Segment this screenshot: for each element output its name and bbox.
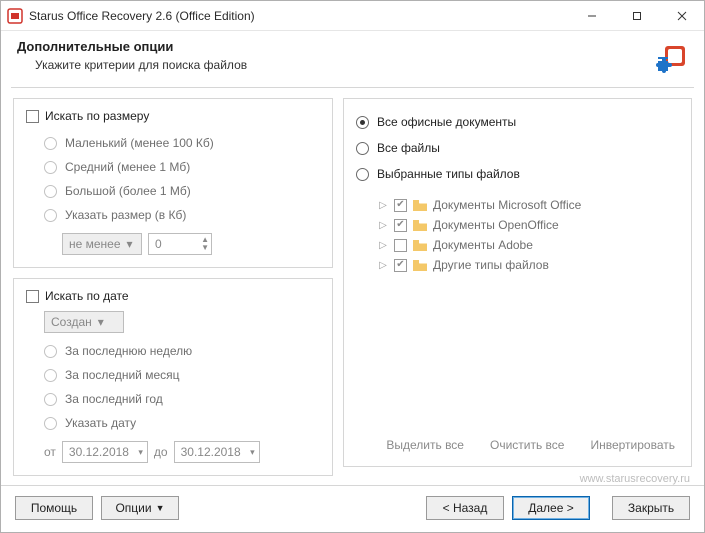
- close-wizard-button[interactable]: Закрыть: [612, 496, 690, 520]
- folder-icon: [413, 260, 427, 271]
- titlebar: Starus Office Recovery 2.6 (Office Editi…: [1, 1, 704, 31]
- date-from-label: от: [44, 445, 56, 459]
- date-from-field[interactable]: 30.12.2018 ▾: [62, 441, 148, 463]
- date-week-label: За последнюю неделю: [65, 344, 192, 358]
- size-large-label: Большой (более 1 Мб): [65, 184, 191, 198]
- date-kind-value: Создан: [51, 315, 92, 329]
- tree-item[interactable]: ▷ ✔ Документы OpenOffice: [378, 215, 679, 235]
- tree-checkbox[interactable]: [394, 239, 407, 252]
- selection-links: Выделить все Очистить все Инвертировать: [356, 432, 679, 454]
- size-medium-label: Средний (менее 1 Мб): [65, 160, 190, 174]
- all-office-radio[interactable]: [356, 116, 369, 129]
- tree-item-label: Документы Microsoft Office: [433, 198, 581, 212]
- date-to-value: 30.12.2018: [181, 445, 241, 459]
- all-office-label: Все офисные документы: [377, 115, 516, 129]
- date-to-label: до: [154, 445, 168, 459]
- size-custom-label: Указать размер (в Кб): [65, 208, 186, 222]
- tree-item[interactable]: ▷ ✔ Другие типы файлов: [378, 255, 679, 275]
- chevron-down-icon: ▾: [250, 447, 255, 458]
- options-button[interactable]: Опции▼: [101, 496, 179, 520]
- tree-checkbox[interactable]: ✔: [394, 259, 407, 272]
- tree-checkbox[interactable]: ✔: [394, 219, 407, 232]
- date-from-value: 30.12.2018: [69, 445, 129, 459]
- app-window: Starus Office Recovery 2.6 (Office Editi…: [0, 0, 705, 533]
- help-button[interactable]: Помощь: [15, 496, 93, 520]
- size-value: 0: [155, 237, 162, 251]
- expand-icon[interactable]: ▷: [378, 260, 388, 271]
- clear-all-link[interactable]: Очистить все: [490, 438, 564, 452]
- tree-checkbox[interactable]: ✔: [394, 199, 407, 212]
- date-month-label: За последний месяц: [65, 368, 180, 382]
- folder-icon: [413, 240, 427, 251]
- tree-item[interactable]: ▷ Документы Adobe: [378, 235, 679, 255]
- maximize-button[interactable]: [614, 1, 659, 30]
- size-mode-value: не менее: [69, 237, 121, 251]
- body: Искать по размеру Маленький (менее 100 К…: [1, 88, 704, 471]
- search-by-date-checkbox[interactable]: [26, 290, 39, 303]
- chevron-down-icon: ▾: [138, 447, 143, 458]
- close-button[interactable]: [659, 1, 704, 30]
- size-custom-radio[interactable]: [44, 209, 57, 222]
- selected-types-radio[interactable]: [356, 168, 369, 181]
- types-panel: Все офисные документы Все файлы Выбранны…: [343, 98, 692, 467]
- tree-item-label: Другие типы файлов: [433, 258, 549, 272]
- spinner-down-icon[interactable]: ▼: [201, 244, 209, 252]
- page-title: Дополнительные опции: [17, 39, 654, 54]
- window-controls: [569, 1, 704, 30]
- size-value-spinner[interactable]: 0 ▲▼: [148, 233, 212, 255]
- size-panel: Искать по размеру Маленький (менее 100 К…: [13, 98, 333, 268]
- date-kind-combo[interactable]: Создан ▾: [44, 311, 124, 333]
- date-week-radio[interactable]: [44, 345, 57, 358]
- size-large-radio[interactable]: [44, 185, 57, 198]
- wizard-icon: [654, 43, 688, 77]
- chevron-down-icon: ▼: [156, 503, 165, 513]
- search-by-date-label: Искать по дате: [45, 289, 129, 303]
- site-link[interactable]: www.starusrecovery.ru: [580, 473, 690, 485]
- page-header: Дополнительные опции Укажите критерии дл…: [1, 31, 704, 87]
- expand-icon[interactable]: ▷: [378, 200, 388, 211]
- folder-icon: [413, 200, 427, 211]
- tree-item[interactable]: ▷ ✔ Документы Microsoft Office: [378, 195, 679, 215]
- size-small-radio[interactable]: [44, 137, 57, 150]
- folder-icon: [413, 220, 427, 231]
- next-button[interactable]: Далее >: [512, 496, 590, 520]
- expand-icon[interactable]: ▷: [378, 240, 388, 251]
- date-month-radio[interactable]: [44, 369, 57, 382]
- window-title: Starus Office Recovery 2.6 (Office Editi…: [29, 9, 569, 23]
- date-panel: Искать по дате Создан ▾ За последнюю нед…: [13, 278, 333, 476]
- size-mode-combo[interactable]: не менее ▾: [62, 233, 142, 255]
- chevron-down-icon: ▾: [98, 315, 104, 329]
- date-to-field[interactable]: 30.12.2018 ▾: [174, 441, 260, 463]
- chevron-down-icon: ▾: [127, 237, 133, 251]
- back-button[interactable]: < Назад: [426, 496, 504, 520]
- tree-item-label: Документы OpenOffice: [433, 218, 559, 232]
- search-by-size-label: Искать по размеру: [45, 109, 149, 123]
- date-year-label: За последний год: [65, 392, 163, 406]
- date-custom-radio[interactable]: [44, 417, 57, 430]
- minimize-button[interactable]: [569, 1, 614, 30]
- tree-item-label: Документы Adobe: [433, 238, 533, 252]
- selected-types-label: Выбранные типы файлов: [377, 167, 520, 181]
- footer: Помощь Опции▼ < Назад Далее > Закрыть: [1, 485, 704, 532]
- file-types-tree: ▷ ✔ Документы Microsoft Office ▷ ✔ Докум…: [378, 195, 679, 432]
- size-small-label: Маленький (менее 100 Кб): [65, 136, 214, 150]
- all-files-radio[interactable]: [356, 142, 369, 155]
- date-year-radio[interactable]: [44, 393, 57, 406]
- app-icon: [7, 8, 23, 24]
- search-by-size-checkbox[interactable]: [26, 110, 39, 123]
- date-custom-label: Указать дату: [65, 416, 136, 430]
- select-all-link[interactable]: Выделить все: [386, 438, 464, 452]
- all-files-label: Все файлы: [377, 141, 440, 155]
- page-subtitle: Укажите критерии для поиска файлов: [35, 58, 654, 72]
- invert-link[interactable]: Инвертировать: [590, 438, 675, 452]
- expand-icon[interactable]: ▷: [378, 220, 388, 231]
- size-medium-radio[interactable]: [44, 161, 57, 174]
